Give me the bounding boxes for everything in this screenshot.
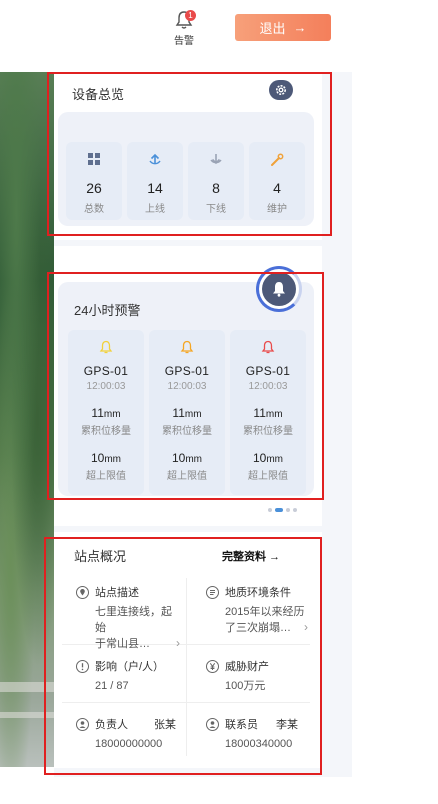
alarm-count-badge: 1 xyxy=(185,10,196,21)
alarm-button[interactable]: 1 告警 xyxy=(166,10,202,50)
logout-button[interactable]: 退出 → xyxy=(235,14,331,41)
highlight-box-warnings xyxy=(47,272,324,500)
arrow-right-icon: → xyxy=(293,20,307,35)
alarm-label: 告警 xyxy=(174,36,194,47)
highlight-box-overview xyxy=(47,72,332,236)
highlight-box-station xyxy=(44,537,322,775)
carousel-dot[interactable] xyxy=(293,508,297,512)
carousel-dot[interactable] xyxy=(268,508,272,512)
logout-label: 退出 xyxy=(259,21,286,36)
carousel-dot[interactable] xyxy=(286,508,290,512)
carousel-pagination[interactable] xyxy=(268,508,297,512)
blank-area xyxy=(352,0,438,804)
carousel-dot-active[interactable] xyxy=(275,508,283,512)
